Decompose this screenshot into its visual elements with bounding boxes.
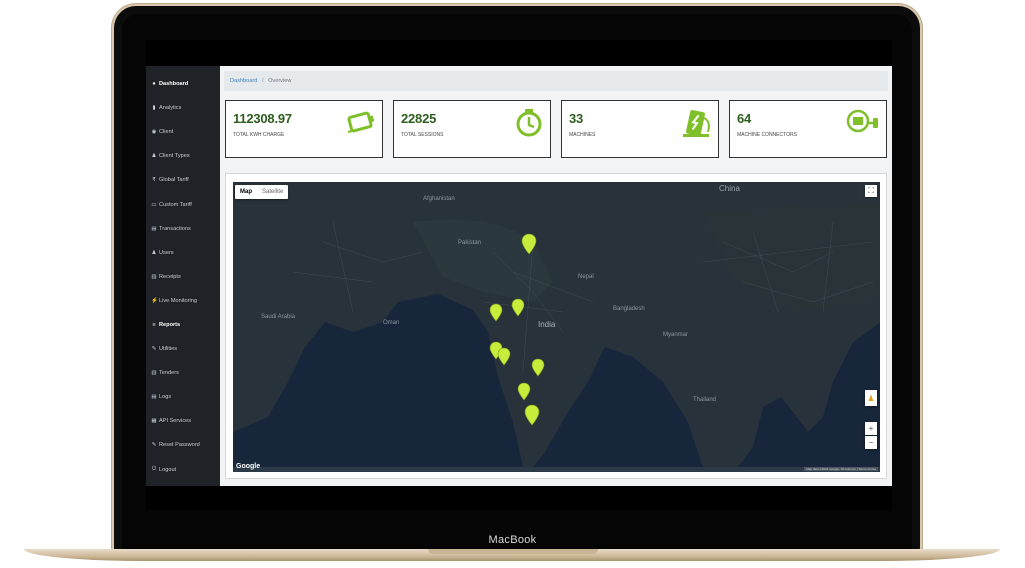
device-brand-label: MacBook <box>488 534 537 546</box>
battery-icon <box>347 111 375 133</box>
map-type-toggle: Map Satellite <box>235 185 289 199</box>
tariff-icon: ₹ <box>152 177 156 184</box>
sidebar-item-reports[interactable]: ≡ Reports <box>146 313 220 337</box>
user-icon: ♟ <box>151 153 157 160</box>
sidebar-item-receipts[interactable]: ▥ Receipts <box>146 265 220 289</box>
map-label-china: China <box>719 184 740 193</box>
breadcrumb: Dashboard / Overview <box>224 71 888 91</box>
sidebar-item-reset-password[interactable]: ✎ Reset Password <box>146 433 220 457</box>
sidebar-item-label: Logs <box>159 394 172 401</box>
sidebar-item-label: API Services <box>159 418 192 425</box>
eye-icon: ◉ <box>151 129 157 136</box>
laptop-notch <box>428 549 598 554</box>
wrench-icon: ✎ <box>151 346 157 353</box>
map-attribution[interactable]: Map data ©2021 Google, SK telecom | Term… <box>804 467 878 471</box>
sidebar-item-client-types[interactable]: ♟ Client Types <box>146 144 220 168</box>
map-type-map-button[interactable]: Map <box>235 185 257 199</box>
sidebar-item-label: Analytics <box>159 105 182 112</box>
map-view[interactable]: Map Satellite China India Pakistan Afgha… <box>233 182 880 472</box>
zoom-out-button[interactable]: − <box>865 436 877 449</box>
card-icon: ▭ <box>151 201 157 208</box>
sidebar: ● Dashboard ▮ Analytics ◉ Client ♟ Client Types… <box>146 66 220 486</box>
dashboard-icon: ● <box>152 81 156 88</box>
receipt-icon: ▥ <box>151 273 157 280</box>
sidebar-item-global-tariff[interactable]: ₹ Global Tariff <box>146 168 220 192</box>
map-label-india: India <box>538 320 556 329</box>
pegman-icon[interactable]: ♟ <box>865 390 877 406</box>
sidebar-item-label: Tenders <box>159 370 179 377</box>
power-icon: ⏻ <box>151 466 157 473</box>
sidebar-item-dashboard[interactable]: ● Dashboard <box>146 72 220 96</box>
screen: ● Dashboard ▮ Analytics ◉ Client ♟ Client Types… <box>146 40 892 510</box>
stat-card-sessions: 22825 TOTAL SESSIONS <box>393 100 551 158</box>
sidebar-item-label: Global Tariff <box>159 177 189 184</box>
timer-icon <box>516 109 542 137</box>
fullscreen-button[interactable]: ⛶ <box>865 185 877 197</box>
tenders-icon: ▥ <box>151 370 157 377</box>
stats-cards: 112308.97 TOTAL KWH CHARGE 22825 TOTAL S… <box>225 100 887 158</box>
breadcrumb-current: Overview <box>268 78 292 84</box>
map-label-nepal: Nepal <box>578 274 594 280</box>
charging-station-icon <box>683 109 710 137</box>
sidebar-item-label: Transactions <box>159 225 191 232</box>
sidebar-item-label: Client Types <box>159 153 190 160</box>
map-terrain <box>233 182 880 467</box>
laptop-mockup: ● Dashboard ▮ Analytics ◉ Client ♟ Client Types… <box>0 0 1025 568</box>
sidebar-item-client[interactable]: ◉ Client <box>146 120 220 144</box>
google-logo: Google <box>236 463 261 470</box>
sidebar-item-tenders[interactable]: ▥ Tenders <box>146 361 220 385</box>
app-window: ● Dashboard ▮ Analytics ◉ Client ♟ Client Types… <box>146 66 892 486</box>
map-panel: Map Satellite China India Pakistan Afgha… <box>225 173 887 479</box>
sidebar-item-label: Utilities <box>159 346 178 353</box>
sidebar-item-label: Client <box>159 129 174 136</box>
sidebar-item-logout[interactable]: ⏻ Logout <box>146 458 220 482</box>
stat-card-kwh: 112308.97 TOTAL KWH CHARGE <box>225 100 383 158</box>
sidebar-item-label: Custom Tariff <box>159 201 192 208</box>
sidebar-item-transactions[interactable]: ▤ Transactions <box>146 217 220 241</box>
analytics-icon: ▮ <box>152 105 156 112</box>
map-label-afghanistan: Afghanistan <box>423 196 455 202</box>
map-type-satellite-button[interactable]: Satellite <box>257 185 288 199</box>
breadcrumb-dashboard-link[interactable]: Dashboard <box>230 78 257 84</box>
map-label-pakistan: Pakistan <box>458 240 482 246</box>
map-label-saudi: Saudi Arabia <box>261 314 296 320</box>
map-label-thailand: Thailand <box>693 397 717 403</box>
logs-icon: ▤ <box>151 394 157 401</box>
plug-icon <box>846 109 878 133</box>
sidebar-item-label: Live Monitoring <box>159 297 197 304</box>
sidebar-item-api-services[interactable]: ▦ API Services <box>146 409 220 433</box>
sidebar-item-label: Reports <box>159 321 181 328</box>
monitor-icon: ⚡ <box>151 297 158 304</box>
sidebar-item-utilities[interactable]: ✎ Utilities <box>146 337 220 361</box>
map-label-myanmar: Myanmar <box>663 332 689 338</box>
stat-card-machines: 33 MACHINES <box>561 100 719 158</box>
key-icon: ✎ <box>151 442 157 449</box>
map-label-oman: Oman <box>383 320 400 326</box>
sidebar-item-label: Dashboard <box>159 81 189 88</box>
sidebar-item-logs[interactable]: ▤ Logs <box>146 385 220 409</box>
sidebar-item-analytics[interactable]: ▮ Analytics <box>146 96 220 120</box>
user-icon: ♟ <box>151 249 157 256</box>
sidebar-item-label: Receipts <box>159 273 181 280</box>
breadcrumb-separator: / <box>261 78 264 84</box>
sidebar-item-label: Reset Password <box>159 442 200 449</box>
sidebar-item-custom-tariff[interactable]: ▭ Custom Tariff <box>146 192 220 216</box>
reports-icon: ≡ <box>152 321 156 328</box>
main-content: Dashboard / Overview 112308.97 TOTAL KWH… <box>220 66 892 486</box>
sidebar-item-label: Logout <box>159 466 177 473</box>
api-icon: ▦ <box>151 418 157 425</box>
sidebar-item-users[interactable]: ♟ Users <box>146 241 220 265</box>
stat-card-connectors: 64 MACHINE CONNECTORS <box>729 100 887 158</box>
sidebar-item-live-monitoring[interactable]: ⚡ Live Monitoring <box>146 289 220 313</box>
zoom-in-button[interactable]: + <box>865 422 877 435</box>
map-label-bangladesh: Bangladesh <box>613 306 645 312</box>
transactions-icon: ▤ <box>151 225 157 232</box>
sidebar-item-label: Users <box>159 249 174 256</box>
